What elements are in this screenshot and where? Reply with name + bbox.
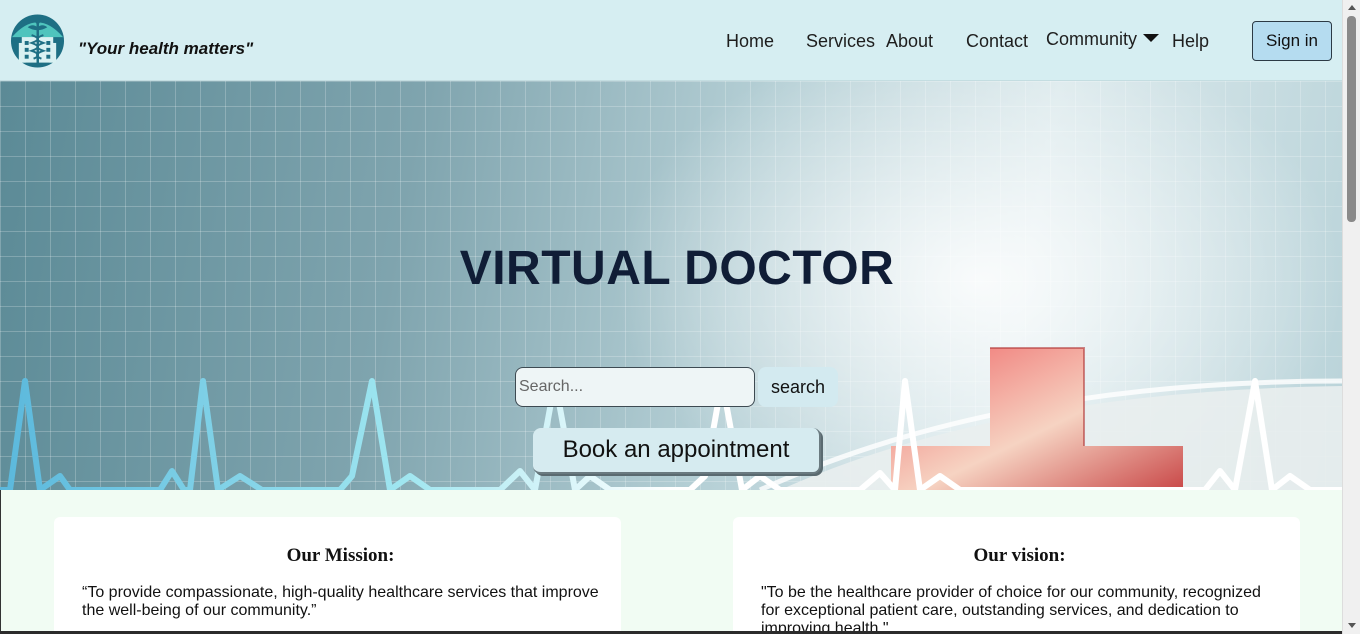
main-nav: Home Services About Contact Community He…: [0, 29, 1342, 53]
hero-banner: VIRTUAL DOCTOR search Book an appointmen…: [0, 81, 1342, 490]
nav-community[interactable]: Community: [1046, 27, 1160, 51]
hero-title: VIRTUAL DOCTOR: [459, 242, 895, 295]
nav-home[interactable]: Home: [726, 29, 774, 53]
sign-in-button[interactable]: Sign in: [1252, 21, 1332, 61]
scroll-up-arrow-icon[interactable]: [1348, 5, 1356, 10]
search-button[interactable]: search: [758, 367, 838, 407]
vertical-scrollbar[interactable]: [1342, 0, 1360, 634]
vision-title: Our vision:: [973, 545, 1066, 566]
nav-community-label: Community: [1046, 29, 1138, 49]
site-header: "Your health matters" Home Services Abou…: [0, 0, 1342, 81]
vision-card: Our vision: "To be the healthcare provid…: [733, 517, 1300, 634]
vision-text: "To be the healthcare provider of choice…: [761, 584, 1261, 634]
mission-title: Our Mission:: [286, 545, 395, 566]
mission-card: Our Mission: “To provide compassionate, …: [54, 517, 621, 634]
nav-services[interactable]: Services: [806, 29, 875, 53]
nav-help[interactable]: Help: [1172, 29, 1209, 53]
mission-text: “To provide compassionate, high-quality …: [82, 584, 599, 619]
book-appointment-button[interactable]: Book an appointment: [533, 428, 821, 474]
nav-contact[interactable]: Contact: [966, 29, 1028, 53]
scroll-down-arrow-icon[interactable]: [1348, 623, 1356, 628]
nav-about[interactable]: About: [886, 29, 933, 53]
scrollbar-thumb[interactable]: [1347, 16, 1356, 222]
search-input[interactable]: [515, 367, 755, 407]
caret-down-icon: [1143, 34, 1160, 42]
